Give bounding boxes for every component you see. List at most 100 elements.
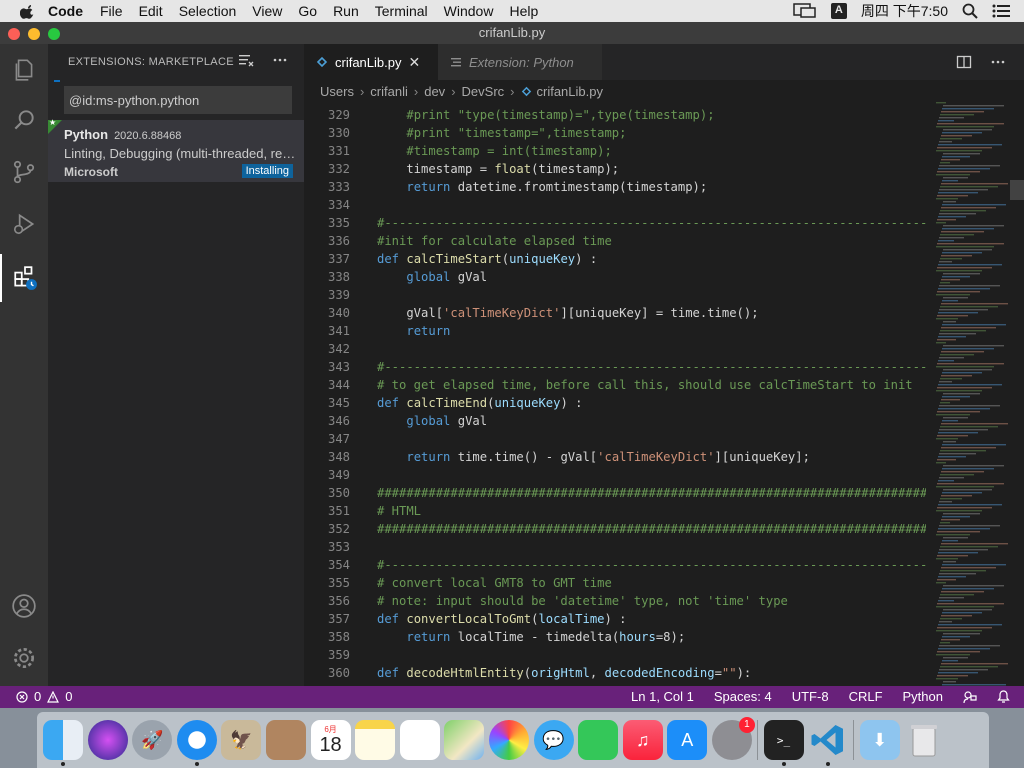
activity-extensions[interactable] <box>0 254 48 302</box>
code-line[interactable]: 336 #init for calculate elapsed time <box>304 232 926 250</box>
menu-window[interactable]: Window <box>444 3 494 19</box>
menu-go[interactable]: Go <box>298 3 317 19</box>
bell-icon[interactable] <box>997 689 1010 704</box>
code-line[interactable]: 333 return datetime.fromtimestamp(timest… <box>304 178 926 196</box>
activity-manage[interactable] <box>0 634 48 682</box>
code-line[interactable]: 335 #------------------------------------… <box>304 214 926 232</box>
close-window-button[interactable] <box>8 28 20 40</box>
music-icon[interactable]: ♫ <box>622 720 663 760</box>
finder-icon[interactable] <box>43 720 83 766</box>
breadcrumb-item[interactable]: dev <box>424 84 445 99</box>
feedback-icon[interactable] <box>963 690 977 704</box>
activity-accounts[interactable] <box>0 582 48 630</box>
activity-search[interactable] <box>0 96 48 144</box>
reminders-icon[interactable] <box>399 720 440 760</box>
zoom-window-button[interactable] <box>48 28 60 40</box>
code-line[interactable]: 339 <box>304 286 926 304</box>
code-line[interactable]: 329 #print "type(timestamp)=",type(times… <box>304 106 926 124</box>
spotlight-search-icon[interactable] <box>962 3 978 19</box>
indentation[interactable]: Spaces: 4 <box>714 689 772 704</box>
code-line[interactable]: 341 return <box>304 322 926 340</box>
more-actions-icon[interactable] <box>272 52 288 68</box>
code-line[interactable]: 347 <box>304 430 926 448</box>
code-line[interactable]: 355 # convert local GMT8 to GMT time <box>304 574 926 592</box>
notification-center-icon[interactable] <box>992 4 1010 18</box>
code-line[interactable]: 348 return time.time() - gVal['calTimeKe… <box>304 448 926 466</box>
menu-app-name[interactable]: Code <box>48 3 83 19</box>
extensions-search-input[interactable] <box>64 86 292 114</box>
menu-help[interactable]: Help <box>509 3 538 19</box>
end-of-line[interactable]: CRLF <box>849 689 883 704</box>
apple-icon[interactable] <box>20 3 36 19</box>
code-line[interactable]: 357 def convertLocalToGmt(localTime) : <box>304 610 926 628</box>
more-actions-icon[interactable] <box>990 54 1006 70</box>
code-line[interactable]: 344 # to get elapsed time, before call th… <box>304 376 926 394</box>
activity-source-control[interactable] <box>0 148 48 196</box>
system-preferences-icon[interactable]: 1 <box>711 717 755 760</box>
scrollbar-thumb[interactable] <box>1010 180 1024 200</box>
activity-run-debug[interactable] <box>0 200 48 248</box>
launchpad-icon[interactable]: 🚀 <box>132 720 173 760</box>
input-method-icon[interactable]: A <box>830 3 847 19</box>
screen-mirroring-icon[interactable] <box>793 3 817 19</box>
clear-extensions-icon[interactable] <box>238 52 254 68</box>
maps-icon[interactable] <box>444 720 485 760</box>
code-line[interactable]: 346 global gVal <box>304 412 926 430</box>
menu-run[interactable]: Run <box>333 3 359 19</box>
code-line[interactable]: 342 <box>304 340 926 358</box>
code-line[interactable]: 349 <box>304 466 926 484</box>
language-mode[interactable]: Python <box>903 689 943 704</box>
code-line[interactable]: 350 #####################################… <box>304 484 926 502</box>
facetime-icon[interactable] <box>578 720 619 760</box>
menu-terminal[interactable]: Terminal <box>375 3 428 19</box>
vscode-icon[interactable] <box>808 720 848 766</box>
menubar-clock[interactable]: 周四 下午7:50 <box>861 1 948 21</box>
menu-view[interactable]: View <box>252 3 282 19</box>
code-line[interactable]: 331 #timestamp = int(timestamp); <box>304 142 926 160</box>
code-line[interactable]: 352 #####################################… <box>304 520 926 538</box>
code-line[interactable]: 356 # note: input should be 'datetime' ty… <box>304 592 926 610</box>
breadcrumb-item[interactable]: crifanli <box>370 84 408 99</box>
breadcrumb-item[interactable]: crifanLib.py <box>537 84 603 99</box>
code-line[interactable]: 353 <box>304 538 926 556</box>
code-line[interactable]: 338 global gVal <box>304 268 926 286</box>
trash-icon[interactable] <box>904 720 944 760</box>
downloads-folder-icon[interactable]: ⬇ <box>859 720 900 760</box>
extension-list-item[interactable]: ★ Python 2020.6.88468 Linting, Debugging … <box>48 118 304 182</box>
problems-indicator[interactable]: 0 0 <box>16 689 72 704</box>
code-line[interactable]: 351 # HTML <box>304 502 926 520</box>
notes-icon[interactable] <box>355 720 396 760</box>
code-line[interactable]: 337 def calcTimeStart(uniqueKey) : <box>304 250 926 268</box>
code-line[interactable]: 334 <box>304 196 926 214</box>
file-encoding[interactable]: UTF-8 <box>792 689 829 704</box>
contacts-icon[interactable] <box>265 720 306 760</box>
code-line[interactable]: 345 def calcTimeEnd(uniqueKey) : <box>304 394 926 412</box>
code-line[interactable]: 343 #------------------------------------… <box>304 358 926 376</box>
messages-icon[interactable]: 💬 <box>533 720 574 760</box>
app-store-icon[interactable]: A <box>667 720 708 760</box>
menu-selection[interactable]: Selection <box>179 3 237 19</box>
menu-edit[interactable]: Edit <box>139 3 163 19</box>
code-line[interactable]: 360 def decodeHtmlEntity(origHtml, decode… <box>304 664 926 682</box>
calendar-icon[interactable]: 6月 18 <box>310 720 351 760</box>
tab-crifanlib[interactable]: crifanLib.py ✕ <box>304 44 438 80</box>
code-line[interactable]: 354 #------------------------------------… <box>304 556 926 574</box>
code-line[interactable]: 359 <box>304 646 926 664</box>
tab-extension-python[interactable]: Extension: Python <box>438 44 602 80</box>
code-line[interactable]: 332 timestamp = float(timestamp); <box>304 160 926 178</box>
code-line[interactable]: 330 #print "timestamp=",timestamp; <box>304 124 926 142</box>
cursor-position[interactable]: Ln 1, Col 1 <box>631 689 694 704</box>
activity-explorer[interactable] <box>0 46 48 94</box>
mail-stamp-icon[interactable]: 🦅 <box>221 720 262 760</box>
breadcrumb-item[interactable]: DevSrc <box>462 84 505 99</box>
terminal-icon[interactable]: >_ <box>763 720 804 766</box>
split-editor-icon[interactable] <box>956 54 972 70</box>
menu-file[interactable]: File <box>100 3 123 19</box>
code-line[interactable]: 358 return localTime - timedelta(hours=8… <box>304 628 926 646</box>
close-tab-icon[interactable]: ✕ <box>408 54 420 71</box>
code-line[interactable]: 340 gVal['calTimeKeyDict'][uniqueKey] = … <box>304 304 926 322</box>
siri-icon[interactable] <box>87 720 128 760</box>
photos-icon[interactable] <box>488 720 529 760</box>
code-editor[interactable]: 329 #print "type(timestamp)=",type(times… <box>304 102 926 686</box>
safari-icon[interactable] <box>176 720 217 766</box>
